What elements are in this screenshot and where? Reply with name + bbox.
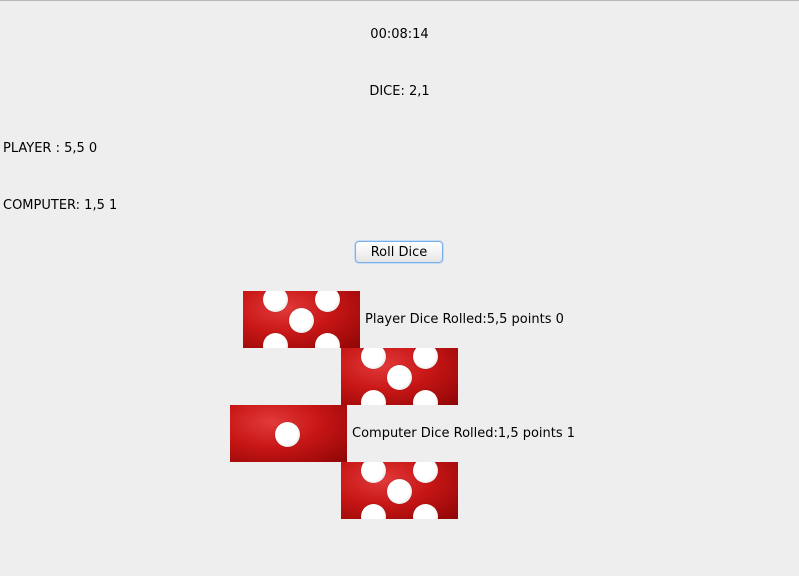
dice-status-label: DICE: 2,1: [369, 84, 430, 99]
player-die-2-image: [341, 348, 458, 405]
die-pip: [289, 308, 314, 333]
player-dice-rolled-label: Player Dice Rolled:5,5 points 0: [365, 312, 564, 327]
die-pip: [387, 479, 412, 504]
computer-die-2-image: [341, 462, 458, 519]
die-pip: [413, 390, 438, 405]
player-score-label: PLAYER : 5,5 0: [3, 141, 98, 156]
die-pip: [413, 462, 438, 483]
die-pip: [263, 291, 288, 312]
die-pip: [315, 291, 340, 312]
die-pip: [361, 348, 386, 369]
die-pip: [413, 348, 438, 369]
roll-dice-button[interactable]: Roll Dice: [355, 241, 443, 263]
computer-dice-rolled-label: Computer Dice Rolled:1,5 points 1: [352, 426, 576, 441]
die-pip: [413, 504, 438, 519]
die-pip: [275, 422, 300, 447]
die-pip: [387, 365, 412, 390]
computer-score-label: COMPUTER: 1,5 1: [3, 198, 118, 213]
timer-label: 00:08:14: [370, 27, 429, 42]
die-pip: [361, 462, 386, 483]
die-pip: [315, 333, 340, 348]
die-pip: [361, 390, 386, 405]
die-pip: [263, 333, 288, 348]
player-die-1-image: [243, 291, 360, 348]
die-pip: [361, 504, 386, 519]
computer-die-1-image: [230, 405, 347, 462]
window-top-border: [0, 0, 799, 1]
